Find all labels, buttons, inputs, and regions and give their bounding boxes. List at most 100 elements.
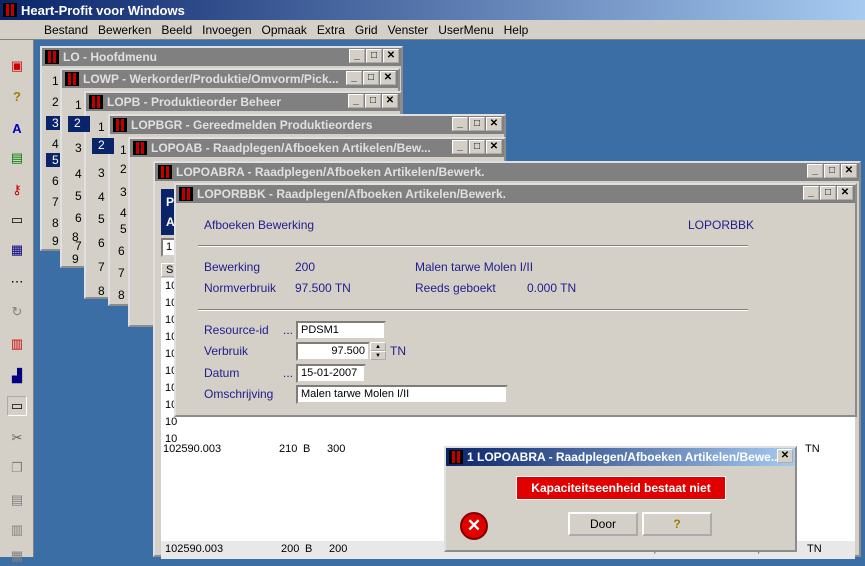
menu-number[interactable]: 8: [52, 216, 59, 230]
menu-number[interactable]: 3: [120, 185, 127, 199]
menu-number[interactable]: 3: [75, 141, 82, 155]
menu-number[interactable]: 1: [120, 143, 127, 157]
refresh-icon[interactable]: ↻: [7, 302, 27, 322]
minimize-icon[interactable]: _: [807, 164, 823, 178]
menu-number[interactable]: 4: [98, 190, 105, 204]
close-icon[interactable]: ✕: [382, 94, 398, 108]
window-logo-icon: [113, 118, 127, 132]
menu-number-selected[interactable]: 2: [92, 138, 114, 154]
menu-bewerken[interactable]: Bewerken: [98, 23, 151, 37]
menu-number[interactable]: 5: [98, 212, 105, 226]
menu-beeld[interactable]: Beeld: [161, 23, 192, 37]
divider: [198, 309, 748, 311]
menu-number[interactable]: 7: [52, 195, 59, 209]
minimize-icon[interactable]: _: [803, 186, 819, 200]
clipboard-icon[interactable]: ▥: [7, 520, 27, 540]
menu-number[interactable]: 1: [98, 120, 105, 134]
menu-number[interactable]: 1: [52, 74, 59, 88]
menu-number[interactable]: 5: [120, 222, 127, 236]
help-button[interactable]: ?: [642, 512, 712, 536]
window-controls: _ □ ✕: [807, 164, 857, 178]
print-icon[interactable]: ▭: [7, 210, 27, 230]
record-icon[interactable]: ▣: [7, 56, 27, 76]
menu-help[interactable]: Help: [504, 23, 529, 37]
menu-number[interactable]: 6: [75, 211, 82, 225]
menu-bestand[interactable]: Bestand: [44, 23, 88, 37]
key-icon[interactable]: ⚷: [7, 180, 27, 200]
menu-number[interactable]: 9: [52, 234, 59, 248]
form-heading: Afboeken Bewerking: [204, 218, 315, 232]
maximize-icon[interactable]: □: [363, 71, 379, 85]
menu-number[interactable]: 2: [52, 95, 59, 109]
close-icon[interactable]: ✕: [486, 140, 502, 154]
verbruik-stepper[interactable]: ▲ ▼: [370, 342, 386, 361]
menu-number[interactable]: 9: [72, 252, 79, 266]
menu-number[interactable]: 7: [98, 260, 105, 274]
menu-number[interactable]: 2: [120, 162, 127, 176]
bewerking-label: Bewerking: [204, 260, 261, 274]
window-lopoab-title: LOPOAB - Raadplegen/Afboeken Artikelen/B…: [151, 141, 431, 155]
spin-down-icon[interactable]: ▼: [370, 351, 386, 360]
minimize-icon[interactable]: _: [452, 140, 468, 154]
resource-input[interactable]: PDSM1: [296, 321, 386, 340]
door-button[interactable]: Door: [568, 512, 638, 536]
minimize-icon[interactable]: _: [348, 94, 364, 108]
spin-up-icon[interactable]: ▲: [370, 342, 386, 351]
menu-number[interactable]: 4: [120, 206, 127, 220]
maximize-icon[interactable]: □: [824, 164, 840, 178]
menu-number[interactable]: 7: [75, 239, 82, 253]
dots-icon[interactable]: ⋯: [7, 272, 27, 292]
book-icon[interactable]: ▤: [7, 148, 27, 168]
maximize-icon[interactable]: □: [366, 49, 382, 63]
maximize-icon[interactable]: □: [820, 186, 836, 200]
menu-number[interactable]: 5: [75, 189, 82, 203]
minimize-icon[interactable]: _: [346, 71, 362, 85]
maximize-icon[interactable]: □: [469, 140, 485, 154]
divider: [198, 245, 748, 247]
window-lowp-titlebar: LOWP - Werkorder/Produktie/Omvorm/Pick..…: [62, 70, 398, 88]
menu-number[interactable]: 3: [98, 166, 105, 180]
close-icon[interactable]: ✕: [383, 49, 399, 63]
maximize-icon[interactable]: □: [365, 94, 381, 108]
close-icon[interactable]: ✕: [486, 117, 502, 131]
normverbruik-label: Normverbruik: [204, 281, 277, 295]
calculator-icon[interactable]: ▦: [7, 240, 27, 260]
menu-grid[interactable]: Grid: [355, 23, 378, 37]
datum-input[interactable]: 15-01-2007: [296, 364, 366, 383]
verbruik-input[interactable]: 97.500: [296, 342, 370, 361]
window-loporbbk[interactable]: LOPORBBK - Raadplegen/Afboeken Artikelen…: [174, 183, 857, 417]
close-icon[interactable]: ✕: [777, 449, 793, 463]
menu-number[interactable]: 1: [75, 98, 82, 112]
chart-icon[interactable]: ▟: [7, 366, 27, 386]
help-icon[interactable]: ?: [7, 86, 27, 106]
menu-number[interactable]: 4: [52, 137, 59, 151]
close-icon[interactable]: ✕: [380, 71, 396, 85]
cut-icon[interactable]: ✂: [7, 428, 27, 448]
form-icon[interactable]: ▥: [7, 334, 27, 354]
paste-icon[interactable]: ▤: [7, 490, 27, 510]
window-icon[interactable]: ▭: [7, 396, 27, 416]
resource-label: Resource-id: [204, 323, 269, 337]
close-icon[interactable]: ✕: [841, 164, 857, 178]
menu-invoegen[interactable]: Invoegen: [202, 23, 251, 37]
minimize-icon[interactable]: _: [452, 117, 468, 131]
close-icon[interactable]: ✕: [837, 186, 853, 200]
menu-venster[interactable]: Venster: [388, 23, 429, 37]
menu-number-selected[interactable]: 2: [68, 116, 90, 132]
menu-extra[interactable]: Extra: [317, 23, 345, 37]
menu-opmaak[interactable]: Opmaak: [262, 23, 307, 37]
omschrijving-input[interactable]: Malen tarwe Molen I/II: [296, 385, 508, 404]
resource-lookup-dots[interactable]: ...: [283, 323, 293, 337]
menu-number[interactable]: 4: [75, 167, 82, 181]
datum-lookup-dots[interactable]: ...: [283, 366, 293, 380]
error-dialog[interactable]: 1 LOPOABRA - Raadplegen/Afboeken Artikel…: [444, 446, 797, 552]
minimize-icon[interactable]: _: [349, 49, 365, 63]
copy-icon[interactable]: ❐: [7, 458, 27, 478]
menu-usermenu[interactable]: UserMenu: [438, 23, 493, 37]
menu-number[interactable]: 8: [98, 284, 105, 298]
paste-special-icon[interactable]: ▦: [7, 546, 27, 566]
menu-number[interactable]: 6: [98, 236, 105, 250]
font-icon[interactable]: A: [7, 118, 27, 138]
menu-number[interactable]: 6: [52, 174, 59, 188]
maximize-icon[interactable]: □: [469, 117, 485, 131]
